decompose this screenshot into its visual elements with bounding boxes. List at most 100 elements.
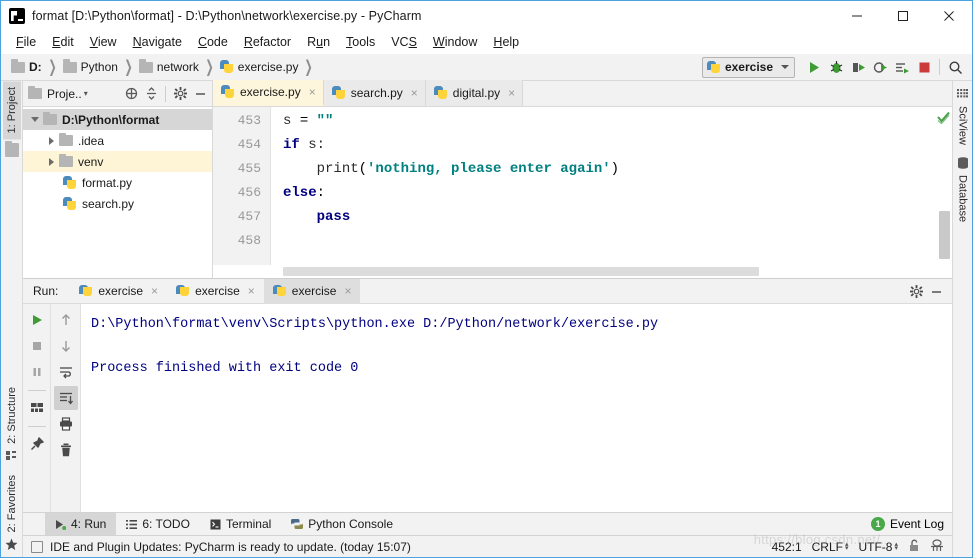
run-tab-1[interactable]: exercise × [167,279,264,304]
scroll-to-end-icon[interactable] [53,386,78,410]
tree-node-search-py[interactable]: search.py [23,193,212,214]
tree-node-root[interactable]: D:\Python\format [23,109,212,130]
run-configuration-selector[interactable]: exercise [701,56,795,78]
console-output[interactable]: D:\Python\format\venv\Scripts\python.exe… [81,304,952,512]
chevron-right-icon[interactable] [43,158,59,166]
printer-icon[interactable] [54,412,78,436]
minimize-icon[interactable] [834,1,880,31]
pin-icon[interactable] [25,432,49,456]
minimize-icon[interactable] [926,281,946,301]
line-separator-label: CRLF [811,539,843,554]
breadcrumb-separator: ❯ [48,57,57,76]
editor-viewport[interactable]: 453 454 455 456 457 458 s = "" if s: pri… [213,107,952,265]
menu-tools[interactable]: Tools [338,32,383,53]
gear-icon[interactable] [906,281,926,301]
encoding-selector[interactable]: UTF-8 ▴ ▾ [858,540,898,554]
tree-node-label: D:\Python\format [62,112,160,127]
editor-horizontal-scrollbar-track[interactable] [213,265,952,278]
unlocked-icon[interactable] [908,539,920,555]
line-separator-selector[interactable]: CRLF ▴ ▾ [812,540,849,554]
run-button[interactable] [803,56,825,78]
menu-refactor[interactable]: Refactor [236,32,299,53]
todo-list-icon [126,519,138,529]
editor-right-gutter[interactable] [936,107,952,265]
search-icon[interactable] [944,56,966,78]
close-icon[interactable]: × [248,284,255,298]
event-log-badge: 1 [870,517,885,531]
notification-square-icon[interactable] [31,540,43,553]
collapse-all-icon[interactable] [141,84,161,104]
close-icon[interactable] [926,1,972,31]
hector-inspector-icon[interactable] [930,538,944,555]
menu-help[interactable]: Help [485,32,527,53]
tree-node-label: format.py [82,175,133,190]
arrow-down-icon[interactable] [54,334,78,358]
gear-icon[interactable] [170,84,190,104]
chevron-down-icon[interactable]: ▾ [84,89,88,98]
python-config-icon [706,60,721,74]
maximize-icon[interactable] [880,1,926,31]
close-icon[interactable]: × [309,85,316,99]
code-text[interactable]: s = "" if s: print('nothing, please ente… [271,107,936,265]
project-tree: D:\Python\format .idea venv format.py se… [23,107,212,278]
coverage-icon[interactable] [847,56,869,78]
chevron-down-icon[interactable] [27,117,43,122]
debug-bug-icon[interactable] [825,56,847,78]
caret-position[interactable]: 452:1 [772,540,802,554]
stripe-label: 1: Project [5,87,18,134]
tab-digital-py[interactable]: digital.py × [425,80,524,106]
menu-run[interactable]: Run [299,32,338,53]
menu-file[interactable]: File [8,32,44,53]
run-console-icon[interactable] [891,56,913,78]
tree-node-format-py[interactable]: format.py [23,172,212,193]
menu-view[interactable]: View [82,32,125,53]
run-tab-2[interactable]: exercise × [263,278,361,304]
bottom-tab-run[interactable]: 4: Run [45,512,117,536]
bottom-tab-python-console[interactable]: Python Console [281,513,403,536]
bottom-tab-terminal[interactable]: Terminal [200,513,281,536]
code-line-456: else: [283,185,326,201]
breadcrumb-item-0[interactable]: D: [11,54,42,80]
sidebar-item-database[interactable]: Database [954,169,972,228]
close-icon[interactable]: × [151,284,158,298]
sidebar-item-sciview[interactable]: SciView [954,100,972,151]
menu-vcs[interactable]: VCS [383,32,425,53]
sidebar-item-structure[interactable]: 2: Structure [3,381,21,450]
close-icon[interactable]: × [411,86,418,100]
menu-navigate[interactable]: Navigate [125,32,190,53]
hide-panel-icon[interactable] [190,84,210,104]
profile-icon[interactable] [869,56,891,78]
sidebar-item-project[interactable]: 1: Project [2,81,21,140]
bottom-tab-todo[interactable]: 6: TODO [116,513,200,536]
trash-icon[interactable] [54,438,78,462]
close-icon[interactable]: × [508,86,515,100]
breadcrumb-item-1[interactable]: Python [62,54,118,80]
stripe-label: 2: Favorites [5,474,18,532]
scroll-from-source-icon[interactable] [121,84,141,104]
stop-red-icon[interactable] [913,56,935,78]
close-icon[interactable]: × [344,284,351,298]
tab-search-py[interactable]: search.py × [323,80,426,106]
layout-icon[interactable] [25,396,49,420]
sidebar-item-favorites[interactable]: 2: Favorites [3,469,21,538]
menu-code[interactable]: Code [190,32,236,53]
stop-square-icon[interactable] [25,334,49,358]
inspection-ok-check-icon[interactable] [937,111,950,124]
editor-vertical-scrollbar[interactable] [939,211,950,259]
tree-node-venv[interactable]: venv [23,151,212,172]
tree-node-idea[interactable]: .idea [23,130,212,151]
editor-horizontal-scrollbar[interactable] [283,267,759,276]
menu-window[interactable]: Window [425,32,485,53]
status-message-area[interactable]: IDE and Plugin Updates: PyCharm is ready… [31,540,411,554]
run-tab-0[interactable]: exercise × [70,279,167,304]
menu-edit[interactable]: Edit [44,32,82,53]
arrow-up-icon[interactable] [54,308,78,332]
tab-exercise-py[interactable]: exercise.py × [213,80,324,106]
breadcrumb-item-2[interactable]: network [138,54,199,80]
soft-wrap-icon[interactable] [54,360,78,384]
rerun-button[interactable] [25,308,49,332]
chevron-right-icon[interactable] [43,137,59,145]
breadcrumb-item-3[interactable]: exercise.py [219,54,298,80]
event-log-button[interactable]: 1 Event Log [870,517,952,531]
pause-icon[interactable] [25,360,49,384]
